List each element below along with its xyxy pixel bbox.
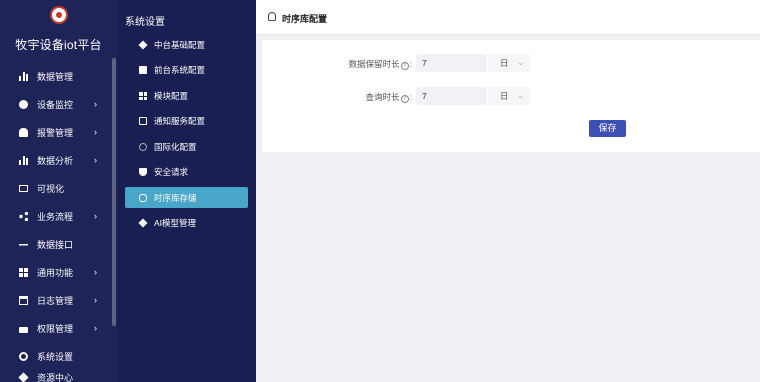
subnav-item-label: AI模型管理: [154, 218, 197, 228]
sidebar-item-label: 通用功能: [37, 267, 74, 278]
help-icon[interactable]: ?: [400, 62, 409, 70]
sidebar-item-label: 数据管理: [37, 71, 74, 82]
bar-chart-icon: [19, 155, 28, 165]
query-unit-select[interactable]: 日 ⌄: [488, 87, 530, 105]
label-colon: :: [409, 59, 412, 69]
chevron-right-icon: ›: [94, 127, 97, 137]
retention-unit-select[interactable]: 日 ⌄: [488, 54, 530, 72]
sidebar-item-common[interactable]: 通用功能 ›: [0, 258, 112, 286]
grid-icon: [139, 91, 147, 100]
monitor-icon: [19, 99, 28, 109]
logo[interactable]: [0, 6, 117, 26]
save-button[interactable]: 保存: [589, 120, 626, 137]
sidebar-item-label: 业务流程: [37, 211, 74, 222]
query-row: 查询时长?: 7 日 ⌄: [262, 87, 760, 105]
chevron-down-icon: ⌄: [517, 58, 524, 67]
label-colon: :: [409, 92, 412, 102]
retention-label-text: 数据保留时长: [348, 59, 400, 69]
app-title: 牧宇设备iot平台: [15, 38, 102, 52]
retention-row: 数据保留时长?: 7 日 ⌄: [262, 54, 760, 72]
gear-icon: [19, 351, 28, 361]
config-form: 数据保留时长?: 7 日 ⌄ 查询时长?: 7 日 ⌄ 保存: [262, 40, 760, 152]
sidebar-item-data-interface[interactable]: 数据接口: [0, 230, 112, 258]
cube-icon: [138, 39, 148, 50]
sidebar-item-resources[interactable]: 资源中心: [0, 370, 112, 382]
lock-icon: [19, 326, 28, 333]
sidebar-item-workflow[interactable]: 业务流程 ›: [0, 202, 112, 230]
calendar-icon: [19, 295, 28, 305]
subnav-item-i18n-config[interactable]: 国际化配置: [125, 136, 256, 157]
sidebar-item-label: 权限管理: [37, 323, 74, 334]
sidebar-item-label: 可视化: [37, 183, 65, 194]
chevron-right-icon: ›: [94, 295, 97, 305]
subnav-list: 中台基础配置 前台系统配置 模块配置 通知服务配置 国际化配置 安全请求 时序库…: [125, 34, 256, 238]
screen-icon: [19, 184, 28, 192]
chevron-right-icon: ›: [94, 99, 97, 109]
subnav-item-label: 前台系统配置: [154, 65, 206, 75]
mail-icon: [139, 117, 147, 125]
globe-icon: [139, 142, 147, 151]
sidebar-scrollbar[interactable]: [112, 58, 116, 326]
sidebar-item-label: 系统设置: [37, 351, 74, 362]
sidebar-item-label: 设备监控: [37, 99, 74, 110]
brand-logo-icon: [49, 6, 68, 24]
shield-icon: [139, 168, 147, 176]
subnav-item-tsdb-storage[interactable]: 时序库存储: [125, 187, 248, 208]
subnav-item-platform-config[interactable]: 中台基础配置: [125, 34, 256, 55]
chevron-right-icon: ›: [94, 155, 97, 165]
subnav-item-label: 模块配置: [154, 90, 189, 101]
bell-icon: [19, 127, 28, 137]
database-icon: [139, 193, 147, 202]
subnav-item-label: 通知服务配置: [154, 116, 206, 126]
settings-subnav: 系统设置 中台基础配置 前台系统配置 模块配置 通知服务配置 国际化配置 安全请…: [117, 0, 256, 382]
page-title: 时序库配置: [282, 14, 328, 24]
page-header: 时序库配置: [256, 0, 760, 35]
sidebar-item-settings[interactable]: 系统设置: [0, 342, 112, 370]
sidebar-item-label: 日志管理: [37, 295, 74, 306]
query-label: 查询时长?:: [366, 91, 412, 103]
main-nav: 数据管理 设备监控 › 报警管理 › 数据分析 › 可视化 业务流程 › 数据接…: [0, 62, 112, 382]
sidebar-item-visualization[interactable]: 可视化: [0, 174, 112, 202]
chevron-right-icon: ›: [94, 323, 97, 333]
cube-icon: [138, 218, 148, 228]
query-label-text: 查询时长: [365, 92, 400, 102]
subnav-title: 系统设置: [125, 17, 165, 28]
query-input[interactable]: 7: [416, 87, 487, 105]
chevron-down-icon: ⌄: [517, 91, 524, 100]
subnav-item-label: 时序库存储: [154, 192, 197, 203]
sidebar-item-alarm[interactable]: 报警管理 ›: [0, 118, 112, 146]
subnav-item-security-request[interactable]: 安全请求: [125, 162, 256, 183]
grid-icon: [19, 71, 28, 81]
apps-icon: [19, 267, 28, 277]
sidebar-item-data-management[interactable]: 数据管理: [0, 62, 112, 90]
main-sidebar: 牧宇设备iot平台 数据管理 设备监控 › 报警管理 › 数据分析 › 可视化 …: [0, 0, 117, 382]
subnav-item-ai-model[interactable]: AI模型管理: [125, 213, 256, 234]
sidebar-item-label: 数据分析: [37, 155, 74, 166]
retention-label: 数据保留时长?:: [349, 58, 412, 70]
subnav-item-notification-config[interactable]: 通知服务配置: [125, 111, 256, 132]
help-icon[interactable]: ?: [400, 95, 409, 103]
cube-icon: [18, 371, 29, 382]
sidebar-item-label: 资源中心: [37, 372, 74, 382]
subnav-item-label: 中台基础配置: [154, 39, 206, 50]
select-value: 日: [500, 58, 509, 68]
subnav-item-module-config[interactable]: 模块配置: [125, 85, 256, 106]
sidebar-item-logs[interactable]: 日志管理 ›: [0, 286, 112, 314]
chevron-right-icon: ›: [94, 211, 97, 221]
subnav-item-label: 国际化配置: [154, 141, 197, 152]
sidebar-item-permissions[interactable]: 权限管理 ›: [0, 314, 112, 342]
chevron-right-icon: ›: [94, 267, 97, 277]
link-icon: [19, 239, 28, 249]
sidebar-item-label: 数据接口: [37, 239, 74, 250]
select-value: 日: [500, 91, 509, 101]
sidebar-item-label: 报警管理: [37, 127, 74, 138]
database-icon: [268, 12, 276, 21]
subnav-item-frontend-config[interactable]: 前台系统配置: [125, 60, 256, 81]
subnav-item-label: 安全请求: [154, 167, 189, 177]
share-icon: [19, 211, 28, 221]
sidebar-item-analysis[interactable]: 数据分析 ›: [0, 146, 112, 174]
retention-input[interactable]: 7: [416, 54, 487, 72]
document-icon: [139, 66, 147, 74]
sidebar-item-device-monitor[interactable]: 设备监控 ›: [0, 90, 112, 118]
